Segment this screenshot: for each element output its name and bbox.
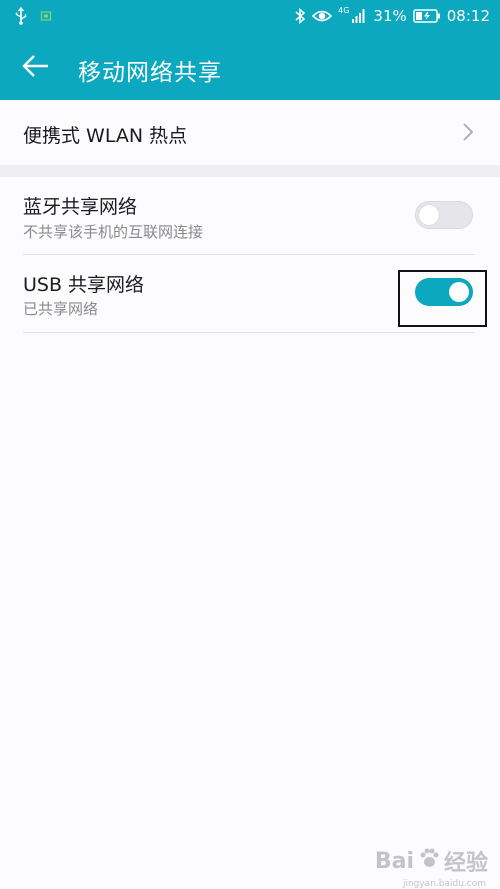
- back-button[interactable]: [20, 52, 52, 84]
- baidu-paw-icon: [418, 847, 440, 875]
- back-arrow-icon: [22, 54, 50, 82]
- usb-sharing-title: USB 共享网络: [23, 274, 145, 296]
- chevron-right-icon: [462, 122, 474, 146]
- network-type-label: 4G: [338, 5, 350, 15]
- watermark-brand: Bai: [374, 848, 414, 874]
- usb-sharing-subtitle: 已共享网络: [23, 300, 99, 318]
- watermark-url: jingyan.baidu.com: [402, 879, 486, 889]
- hotspot-title: 便携式 WLAN 热点: [23, 125, 188, 147]
- status-bar: 4G 31% 08:12: [0, 0, 500, 36]
- page-title: 移动网络共享: [78, 60, 222, 86]
- bluetooth-sharing-toggle[interactable]: [415, 201, 473, 229]
- app-bar: 移动网络共享: [0, 36, 500, 100]
- bluetooth-sharing-title: 蓝牙共享网络: [23, 196, 138, 218]
- highlight-box: [398, 270, 487, 327]
- divider: [23, 332, 475, 333]
- bluetooth-icon: [294, 7, 306, 25]
- battery-charging-icon: [413, 9, 441, 23]
- status-left: [14, 7, 52, 25]
- usb-icon: [14, 7, 28, 25]
- hotspot-row[interactable]: 便携式 WLAN 热点: [0, 100, 500, 165]
- toggle-knob: [419, 205, 439, 225]
- signal-icon: [351, 8, 367, 24]
- watermark-suffix: 经验: [443, 851, 488, 876]
- section-gap: [0, 165, 500, 177]
- battery-percent: 31%: [373, 7, 407, 25]
- baidu-watermark: Bai 经验: [375, 845, 488, 877]
- status-right: 4G 31% 08:12: [294, 5, 490, 25]
- bluetooth-sharing-subtitle: 不共享该手机的互联网连接: [23, 223, 204, 241]
- sim-icon: [40, 10, 52, 22]
- eye-icon: [312, 8, 333, 24]
- bluetooth-sharing-row[interactable]: 蓝牙共享网络 不共享该手机的互联网连接: [0, 177, 500, 255]
- clock: 08:12: [446, 7, 490, 25]
- hotspot-section: 便携式 WLAN 热点: [0, 100, 500, 165]
